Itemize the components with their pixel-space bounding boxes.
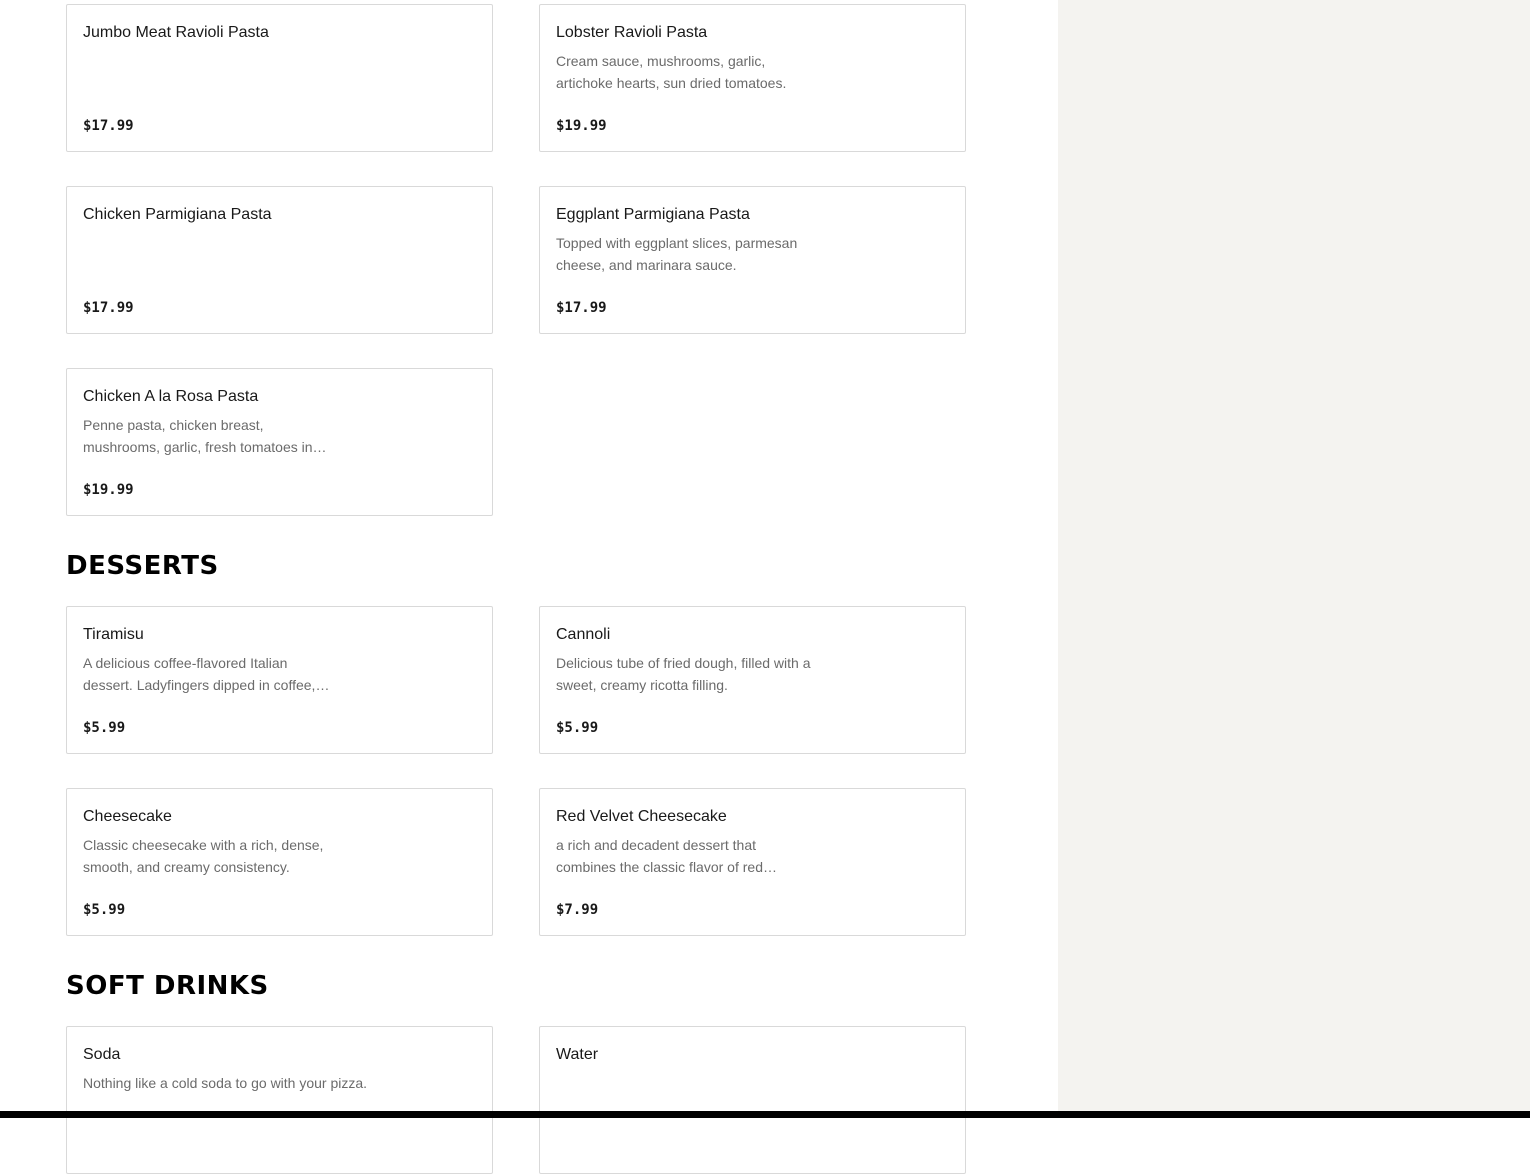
item-name: Chicken Parmigiana Pasta	[83, 206, 272, 223]
menu-item-card[interactable]: Tiramisu A delicious coffee-flavored Ita…	[66, 606, 493, 754]
item-price: $19.99	[83, 482, 134, 498]
item-description: Nothing like a cold soda to go with your…	[83, 1075, 368, 1091]
menu-item-card[interactable]: Lobster Ravioli Pasta Cream sauce, mushr…	[539, 4, 966, 152]
item-description: Penne pasta, chicken breast, mushrooms, …	[83, 417, 327, 455]
item-name: Chicken A la Rosa Pasta	[83, 388, 259, 405]
menu-column: Jumbo Meat Ravioli Pasta $17.99 Lobster …	[0, 0, 1058, 1174]
section-title-desserts: DESSERTS	[66, 551, 219, 581]
item-name: Soda	[83, 1046, 121, 1063]
item-price: $5.99	[83, 720, 126, 736]
item-name: Cheesecake	[83, 808, 172, 825]
item-name: Tiramisu	[83, 626, 144, 643]
section-title-soft-drinks: SOFT DRINKS	[66, 971, 269, 1001]
menu-item-card[interactable]: Cheesecake Classic cheesecake with a ric…	[66, 788, 493, 936]
bottom-bar	[0, 1111, 1530, 1118]
item-description: a rich and decadent dessert that combine…	[556, 837, 777, 875]
item-price: $7.99	[556, 902, 599, 918]
item-description: Topped with eggplant slices, parmesan ch…	[556, 235, 798, 273]
item-description: Classic cheesecake with a rich, dense, s…	[83, 837, 324, 875]
right-side-panel	[1058, 0, 1530, 1118]
menu-item-card[interactable]: Water	[539, 1026, 966, 1174]
item-description: Delicious tube of fried dough, filled wi…	[556, 655, 811, 693]
menu-item-card[interactable]: Chicken Parmigiana Pasta $17.99	[66, 186, 493, 334]
item-price: $17.99	[83, 300, 134, 316]
item-price: $17.99	[556, 300, 607, 316]
item-price: $17.99	[83, 118, 134, 134]
menu-item-card[interactable]: Soda Nothing like a cold soda to go with…	[66, 1026, 493, 1174]
menu-item-card[interactable]: Red Velvet Cheesecake a rich and decaden…	[539, 788, 966, 936]
item-price: $5.99	[556, 720, 599, 736]
item-name: Water	[556, 1046, 599, 1063]
item-description: Cream sauce, mushrooms, garlic, artichok…	[556, 53, 787, 91]
item-name: Cannoli	[556, 626, 611, 643]
item-name: Eggplant Parmigiana Pasta	[556, 206, 750, 223]
item-description: A delicious coffee-flavored Italian dess…	[83, 655, 330, 693]
menu-item-card[interactable]: Eggplant Parmigiana Pasta Topped with eg…	[539, 186, 966, 334]
menu-item-card[interactable]: Jumbo Meat Ravioli Pasta $17.99	[66, 4, 493, 152]
item-name: Jumbo Meat Ravioli Pasta	[83, 24, 269, 41]
item-name: Lobster Ravioli Pasta	[556, 24, 708, 41]
item-name: Red Velvet Cheesecake	[556, 808, 727, 825]
item-price: $5.99	[83, 902, 126, 918]
menu-item-card[interactable]: Chicken A la Rosa Pasta Penne pasta, chi…	[66, 368, 493, 516]
item-price: $19.99	[556, 118, 607, 134]
menu-item-card[interactable]: Cannoli Delicious tube of fried dough, f…	[539, 606, 966, 754]
